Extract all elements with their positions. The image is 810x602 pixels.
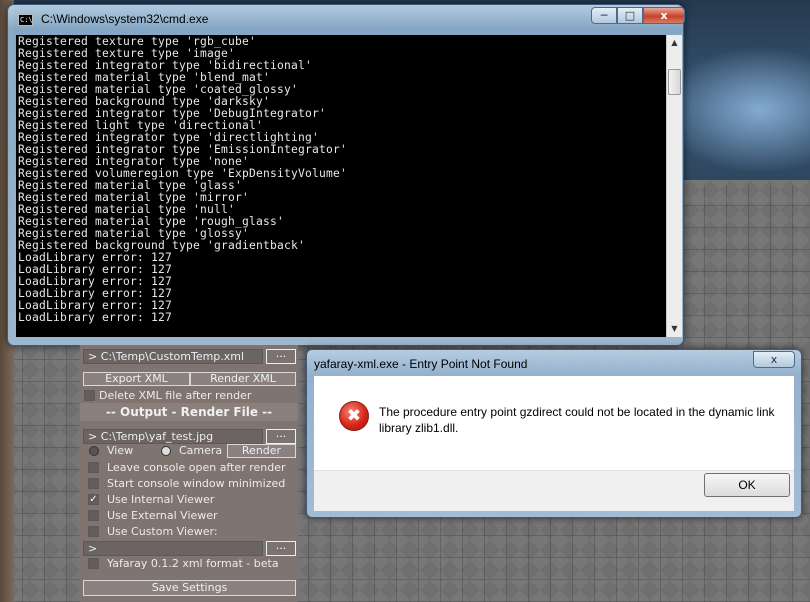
close-button[interactable]: x	[643, 7, 685, 24]
console-window[interactable]: C:\ C:\Windows\system32\cmd.exe ─ □ x Re…	[7, 4, 685, 346]
output-section-header: -- Output - Render File --	[80, 403, 298, 421]
export-xml-button[interactable]: Export XML	[83, 372, 190, 386]
option-row[interactable]: Start console window minimized	[80, 477, 298, 493]
option-label: Leave console open after render	[107, 461, 286, 474]
console-titlebar[interactable]: C:\ C:\Windows\system32\cmd.exe ─ □ x	[8, 5, 685, 33]
option-checkbox[interactable]	[88, 478, 99, 489]
option-label: Use Internal Viewer	[107, 493, 215, 506]
option-row[interactable]: Use External Viewer	[80, 509, 298, 525]
camera-radio-label: Camera	[179, 444, 223, 457]
error-icon: ✖	[339, 401, 369, 431]
error-dialog[interactable]: yafaray-xml.exe - Entry Point Not Found …	[306, 349, 802, 518]
console-line: LoadLibrary error: 127	[18, 311, 173, 324]
maximize-button[interactable]: □	[617, 7, 643, 24]
render-xml-button[interactable]: Render XML	[190, 372, 296, 386]
output-path-row: > C:\Temp\yaf_test.jpg ...	[80, 428, 298, 445]
console-window-controls: ─ □ x	[591, 7, 685, 25]
browse-output-button[interactable]: ...	[266, 428, 296, 444]
option-checkbox[interactable]	[88, 510, 99, 521]
scroll-thumb[interactable]	[668, 69, 681, 95]
delete-xml-label: Delete XML file after render	[99, 389, 252, 402]
minimize-button[interactable]: ─	[591, 7, 617, 24]
scroll-down-arrow[interactable]: ▼	[669, 322, 680, 336]
console-output[interactable]: Registered texture type 'rgb_cube' Regist…	[16, 35, 666, 337]
option-checkbox[interactable]	[88, 526, 99, 537]
console-icon: C:\	[18, 14, 33, 26]
console-scrollbar[interactable]: ▲ ▼	[666, 35, 682, 337]
view-radio-label: View	[107, 444, 134, 457]
browse-viewer-button[interactable]: ...	[266, 540, 296, 556]
scroll-up-arrow[interactable]: ▲	[669, 36, 680, 50]
option-row[interactable]: ✓ Use Internal Viewer	[80, 493, 298, 509]
option-checkbox[interactable]: ✓	[88, 494, 99, 505]
format-label: Yafaray 0.1.2 xml format - beta	[107, 557, 279, 570]
xml-path-row: > C:\Temp\CustomTemp.xml ...	[80, 348, 298, 365]
view-radio[interactable]	[89, 446, 99, 456]
option-row[interactable]: Leave console open after render	[80, 461, 298, 477]
output-path-field[interactable]: > C:\Temp\yaf_test.jpg	[83, 429, 263, 444]
ok-button[interactable]: OK	[704, 473, 790, 497]
console-title: C:\Windows\system32\cmd.exe	[41, 12, 209, 26]
export-settings-panel: > C:\Temp\CustomTemp.xml ... Export XML …	[80, 345, 298, 602]
custom-viewer-row: > ...	[80, 540, 298, 557]
option-label: Use External Viewer	[107, 509, 218, 522]
option-label: Use Custom Viewer:	[107, 525, 218, 538]
dialog-body: ✖ The procedure entry point gzdirect cou…	[314, 376, 794, 511]
option-checkbox[interactable]	[88, 462, 99, 473]
xml-buttons-row: Export XML Render XML	[80, 372, 298, 388]
error-message: The procedure entry point gzdirect could…	[379, 405, 775, 435]
dialog-close-button[interactable]: x	[753, 351, 795, 368]
render-mode-row: View Camera Render	[80, 444, 298, 460]
custom-viewer-path-field[interactable]: >	[83, 541, 263, 556]
dialog-title: yafaray-xml.exe - Entry Point Not Found	[314, 357, 528, 371]
delete-xml-checkbox[interactable]	[84, 390, 95, 401]
xml-path-field[interactable]: > C:\Temp\CustomTemp.xml	[83, 349, 263, 364]
render-button[interactable]: Render	[227, 444, 296, 458]
format-checkbox[interactable]	[88, 558, 99, 569]
option-label: Start console window minimized	[107, 477, 286, 490]
save-settings-row: Save Settings	[80, 580, 298, 596]
camera-radio[interactable]	[161, 446, 171, 456]
option-row[interactable]: Use Custom Viewer:	[80, 525, 298, 541]
console-lines: Registered texture type 'rgb_cube' Regist…	[18, 36, 347, 324]
save-settings-button[interactable]: Save Settings	[83, 580, 296, 596]
browse-xml-button[interactable]: ...	[266, 348, 296, 364]
format-row[interactable]: Yafaray 0.1.2 xml format - beta	[80, 557, 298, 573]
